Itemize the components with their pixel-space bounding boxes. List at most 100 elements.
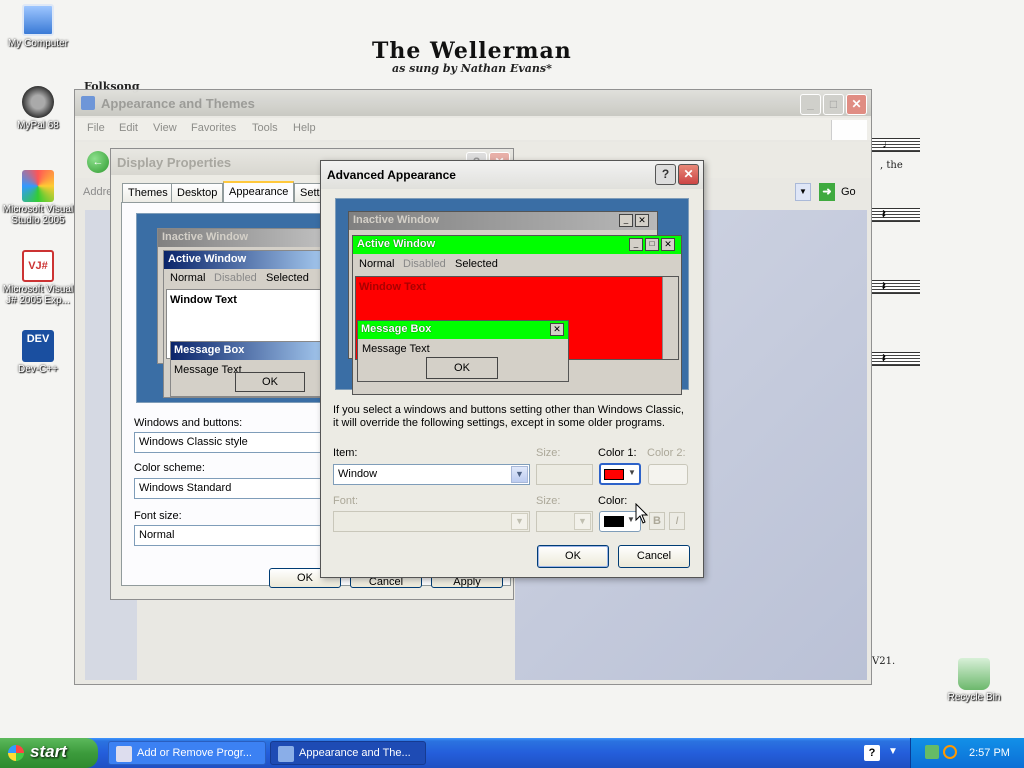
- preview-minimize-icon: _: [629, 238, 643, 251]
- control-panel-icon: [81, 96, 95, 110]
- size-spinner[interactable]: [536, 464, 593, 485]
- tab-desktop[interactable]: Desktop: [171, 183, 224, 203]
- icon-label: Dev-C++: [17, 364, 58, 375]
- preview-ok-button: OK: [235, 372, 305, 392]
- mouse-cursor-icon: [635, 503, 649, 524]
- go-button-label[interactable]: Go: [841, 186, 856, 198]
- search-icon[interactable]: [943, 745, 957, 759]
- chevron-down-icon: ▼: [574, 513, 591, 530]
- add-remove-programs-icon: [116, 746, 132, 762]
- system-tray: 2:57 PM: [910, 738, 1024, 768]
- devcpp-icon: DEV: [22, 330, 54, 362]
- preview-maximize-icon: □: [645, 238, 659, 251]
- color-scheme-select[interactable]: Windows Standard: [134, 478, 324, 499]
- advanced-cancel-button[interactable]: Cancel: [618, 545, 690, 568]
- italic-toggle[interactable]: I: [669, 512, 685, 530]
- preview-menu-selected: Selected: [266, 272, 309, 284]
- desktop-icon-visual-jsharp[interactable]: VJ# Microsoft Visual J# 2005 Exp...: [0, 250, 76, 306]
- help-button[interactable]: ?: [655, 164, 676, 185]
- preview-menu-normal: Normal: [359, 258, 395, 270]
- bold-toggle[interactable]: B: [649, 512, 665, 530]
- address-dropdown-icon[interactable]: ▼: [795, 183, 811, 201]
- color-scheme-label: Color scheme:: [134, 462, 205, 474]
- font-select[interactable]: ▼: [333, 511, 530, 532]
- icon-label: MyPal 68: [17, 120, 59, 131]
- icon-label: My Computer: [7, 38, 68, 49]
- sheet-title: The Wellerman: [372, 38, 572, 64]
- network-icon[interactable]: [925, 745, 939, 759]
- music-staff: 𝄽: [872, 279, 920, 294]
- advanced-ok-button[interactable]: OK: [537, 545, 609, 568]
- font-size-label: Font size:: [134, 510, 182, 522]
- color1-picker[interactable]: ▼: [599, 463, 641, 485]
- windows-buttons-select[interactable]: Windows Classic style: [134, 432, 324, 453]
- tab-settings[interactable]: Setti: [294, 183, 322, 203]
- menu-bar: File Edit View Favorites Tools Help: [75, 118, 871, 140]
- preview-close-icon: ✕: [661, 238, 675, 251]
- menu-view[interactable]: View: [153, 122, 177, 134]
- start-button[interactable]: start: [0, 738, 98, 768]
- color1-label: Color 1:: [598, 447, 637, 459]
- menu-favorites[interactable]: Favorites: [191, 122, 236, 134]
- font-size-value: Normal: [139, 529, 175, 541]
- desktop-icon-mypal[interactable]: MyPal 68: [0, 86, 76, 131]
- preview-minimize-icon: _: [619, 214, 633, 227]
- preview-msgbox-title: Message Box: [358, 321, 568, 339]
- quick-launch-chevron-icon[interactable]: ▼: [888, 746, 898, 757]
- taskbar-item-label: Appearance and The...: [299, 747, 411, 759]
- recycle-bin-icon: [958, 658, 990, 690]
- explorer-titlebar[interactable]: Appearance and Themes: [75, 90, 871, 116]
- font-color-swatch: [604, 516, 624, 527]
- preview-msgbox-title: Message Box: [171, 342, 327, 360]
- close-button[interactable]: ✕: [846, 94, 867, 115]
- windows-buttons-label: Windows and buttons:: [134, 417, 243, 429]
- advanced-title: Advanced Appearance: [327, 168, 456, 182]
- windows-flag-icon: [8, 745, 24, 761]
- chevron-down-icon: ▼: [628, 468, 636, 477]
- preview-close-icon: ✕: [635, 214, 649, 227]
- color2-picker[interactable]: [648, 464, 688, 485]
- preview-window-text: Window Text: [170, 294, 237, 306]
- help-support-icon[interactable]: ?: [864, 745, 880, 761]
- go-arrow-icon[interactable]: ➜: [819, 183, 835, 201]
- sheet-subtitle: as sung by Nathan Evans*: [392, 62, 552, 75]
- preview-message-box: Message Box ✕ Message Text OK: [357, 320, 569, 382]
- desktop-icon-visual-studio[interactable]: Microsoft Visual Studio 2005: [0, 170, 76, 226]
- item-value: Window: [338, 468, 378, 480]
- preview-message-box: Message Box Message Text OK: [170, 341, 328, 397]
- desktop-icon-my-computer[interactable]: My Computer: [0, 4, 76, 49]
- raccoon-app-icon: [22, 86, 54, 118]
- font-size-select[interactable]: ▼: [536, 511, 593, 532]
- preview-msgbox-text: Message Text: [362, 343, 430, 355]
- preview-active-title: Active Window: [164, 251, 326, 269]
- visual-studio-icon: [22, 170, 54, 202]
- tab-appearance[interactable]: Appearance: [223, 181, 295, 203]
- menu-edit[interactable]: Edit: [119, 122, 138, 134]
- preview-active-window: Active Window Normal Disabled Selected W…: [163, 250, 328, 398]
- desktop-icon-devcpp[interactable]: DEV Dev-C++: [0, 330, 76, 375]
- menu-help[interactable]: Help: [293, 122, 316, 134]
- control-panel-icon: [278, 746, 294, 762]
- close-button[interactable]: ✕: [678, 164, 699, 185]
- back-arrow-icon[interactable]: ←: [87, 151, 109, 173]
- preview-scrollbar: [662, 277, 678, 359]
- menu-tools[interactable]: Tools: [252, 122, 278, 134]
- tab-themes[interactable]: Themes: [122, 183, 174, 203]
- taskbar-item-appearance[interactable]: Appearance and The...: [270, 741, 426, 765]
- visual-jsharp-icon: VJ#: [22, 250, 54, 282]
- desktop-icon-recycle-bin[interactable]: Recycle Bin: [936, 658, 1012, 703]
- menu-file[interactable]: File: [87, 122, 105, 134]
- preview-ok-button: OK: [426, 357, 498, 379]
- minimize-button[interactable]: _: [800, 94, 821, 115]
- clock: 2:57 PM: [969, 747, 1010, 759]
- preview-window-text: Window Text: [359, 281, 426, 293]
- preview-msgbox-text: Message Text: [174, 364, 242, 376]
- advanced-preview: Inactive Window _ ✕ Active Window _ □ ✕ …: [335, 198, 689, 395]
- maximize-button[interactable]: □: [823, 94, 844, 115]
- advanced-titlebar[interactable]: Advanced Appearance: [321, 161, 703, 189]
- address-label: Addre: [83, 186, 113, 198]
- font-size-select[interactable]: Normal: [134, 525, 324, 546]
- taskbar-item-add-remove[interactable]: Add or Remove Progr...: [108, 741, 266, 765]
- item-select[interactable]: Window ▼: [333, 464, 530, 485]
- size-label: Size:: [536, 447, 561, 459]
